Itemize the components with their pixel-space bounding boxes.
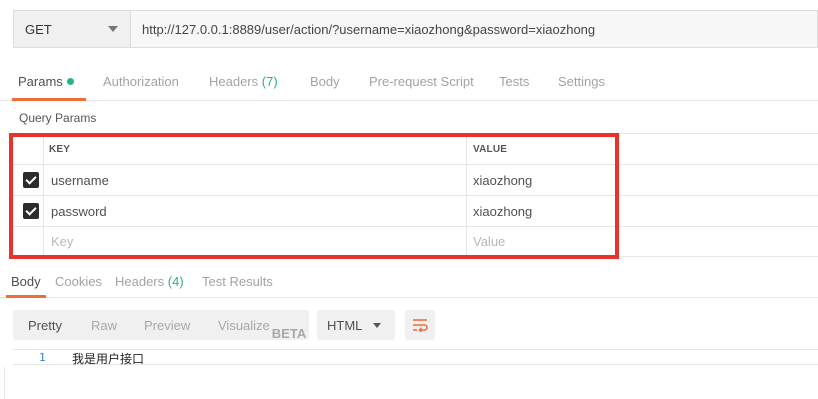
table-header-row: KEY VALUE	[13, 133, 818, 164]
line-number: 1	[39, 351, 46, 364]
params-indicator-dot	[66, 78, 74, 85]
method-label: GET	[25, 21, 52, 37]
tab-label: Headers	[115, 274, 165, 289]
mode-raw[interactable]: Raw	[91, 318, 117, 333]
headers-count: (4)	[167, 274, 184, 289]
request-tabs: Params Authorization Headers (7) Body Pr…	[0, 64, 818, 101]
headers-count: (7)	[261, 74, 278, 89]
active-tab-underline	[6, 295, 46, 298]
response-tabs: Body Cookies Headers (4) Test Results	[0, 268, 818, 298]
chevron-down-icon	[108, 26, 118, 32]
param-key[interactable]: password	[51, 196, 107, 226]
checkbox-checked-icon[interactable]	[23, 172, 39, 188]
response-text: 我是用户接口	[72, 352, 145, 366]
table-row: password xiaozhong	[13, 195, 818, 226]
column-divider	[466, 133, 467, 257]
tab-label: Params	[18, 74, 63, 89]
wrap-lines-button[interactable]	[405, 310, 435, 340]
key-column-header: KEY	[49, 143, 71, 155]
param-key[interactable]: username	[51, 165, 109, 195]
tab-cookies[interactable]: Cookies	[55, 274, 102, 289]
body-toolbar: Pretty Raw Preview Visualize BETA HTML	[0, 310, 818, 341]
tab-response-body[interactable]: Body	[11, 274, 41, 289]
tab-pre-request-script[interactable]: Pre-request Script	[369, 74, 474, 89]
mode-pretty[interactable]: Pretty	[28, 318, 62, 333]
new-key-input[interactable]: Key	[51, 227, 73, 256]
table-row-new: Key Value	[13, 226, 818, 257]
table-row: username xiaozhong	[13, 164, 818, 195]
checkbox-checked-icon[interactable]	[23, 203, 39, 219]
request-bar: GET http://127.0.0.1:8889/user/action/?u…	[13, 10, 818, 48]
value-column-header: VALUE	[473, 143, 508, 155]
tab-label: Headers	[209, 74, 259, 89]
active-tab-underline	[12, 98, 86, 101]
view-mode-group: Pretty Raw Preview Visualize BETA	[13, 310, 309, 341]
panel-edge	[4, 367, 5, 399]
wrap-lines-icon	[413, 319, 428, 332]
format-label: HTML	[327, 318, 363, 333]
tab-body[interactable]: Body	[310, 74, 340, 89]
param-value[interactable]: xiaozhong	[473, 165, 532, 195]
query-params-title: Query Params	[19, 111, 97, 125]
url-input[interactable]: http://127.0.0.1:8889/user/action/?usern…	[130, 10, 818, 48]
tab-settings[interactable]: Settings	[558, 74, 605, 89]
tab-params[interactable]: Params	[18, 74, 74, 89]
tab-authorization[interactable]: Authorization	[103, 74, 179, 89]
param-value[interactable]: xiaozhong	[473, 196, 532, 226]
tab-tests[interactable]: Tests	[499, 74, 529, 89]
response-body-editor[interactable]: 1 我是用户接口	[13, 349, 818, 366]
column-divider	[43, 133, 44, 257]
mode-preview[interactable]: Preview	[144, 318, 190, 333]
tab-test-results[interactable]: Test Results	[202, 274, 273, 289]
beta-badge: BETA	[271, 326, 307, 341]
format-select[interactable]: HTML	[317, 310, 395, 340]
chevron-down-icon	[373, 323, 381, 328]
method-select[interactable]: GET	[13, 10, 130, 48]
mode-visualize[interactable]: Visualize BETA	[218, 318, 306, 341]
mode-visualize-label: Visualize	[218, 318, 270, 333]
new-value-input[interactable]: Value	[473, 227, 505, 256]
tab-response-headers[interactable]: Headers (4)	[115, 274, 184, 289]
tab-headers[interactable]: Headers (7)	[209, 74, 278, 89]
